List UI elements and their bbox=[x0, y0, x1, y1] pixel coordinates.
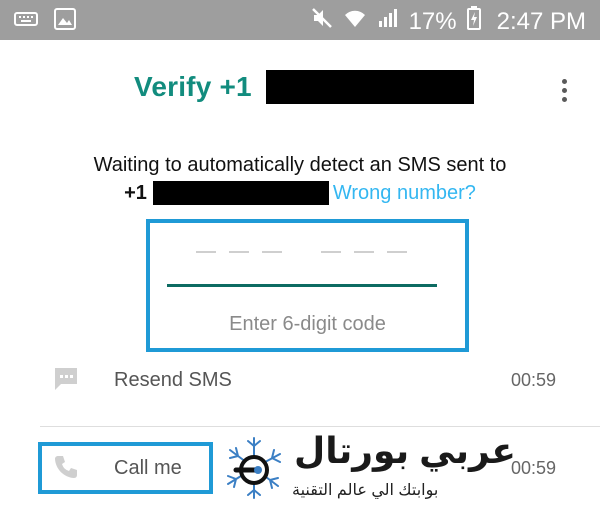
redacted-phone-number bbox=[265, 70, 474, 104]
code-digit-slot bbox=[387, 251, 407, 253]
code-digit-slot bbox=[354, 251, 374, 253]
app-header: Verify +1 bbox=[0, 40, 600, 140]
mute-icon bbox=[311, 7, 333, 36]
country-code: +1 bbox=[124, 181, 147, 204]
page-title: Verify +1 bbox=[134, 71, 252, 102]
call-me-highlight bbox=[38, 442, 213, 494]
wrong-number-link[interactable]: Wrong number? bbox=[333, 182, 476, 205]
battery-percent: 17% bbox=[408, 7, 457, 35]
resend-sms-label: Resend SMS bbox=[114, 369, 232, 391]
sms-wait-message: Waiting to automatically detect an SMS s… bbox=[93, 154, 507, 176]
code-input[interactable] bbox=[196, 251, 420, 253]
code-entry-highlight: Enter 6-digit code bbox=[146, 219, 469, 352]
code-digit-slot bbox=[262, 251, 282, 253]
overflow-menu-icon[interactable] bbox=[552, 70, 576, 110]
keyboard-icon bbox=[14, 11, 38, 32]
resend-sms-timer: 00:59 bbox=[510, 370, 556, 390]
code-hint: Enter 6-digit code bbox=[229, 313, 386, 335]
status-bar: 17% 2:47 PM bbox=[0, 0, 600, 40]
code-digit-slot bbox=[321, 251, 341, 253]
message-icon bbox=[52, 365, 80, 398]
clock: 2:47 PM bbox=[496, 7, 586, 35]
watermark-logo: عربي بورتال بوابتك الي عالم التقنية bbox=[218, 430, 516, 520]
code-digit-slot bbox=[196, 251, 216, 253]
resend-sms-row[interactable]: Resend SMS 00:59 bbox=[0, 356, 600, 406]
signal-icon bbox=[377, 7, 399, 36]
watermark-title: عربي بورتال bbox=[294, 430, 517, 471]
logo-emblem-icon bbox=[218, 432, 290, 509]
redacted-phone-number-2 bbox=[152, 181, 329, 205]
image-icon bbox=[54, 8, 76, 35]
page-title-wrap: Verify +1 bbox=[134, 70, 474, 104]
watermark-subtitle: بوابتك الي عالم التقنية bbox=[292, 482, 439, 499]
phone-number-line: +1 Wrong number? bbox=[0, 181, 600, 205]
code-input-underline bbox=[167, 284, 437, 287]
battery-charging-icon bbox=[466, 6, 481, 37]
call-me-timer: 00:59 bbox=[510, 458, 556, 478]
code-digit-slot bbox=[229, 251, 249, 253]
wifi-icon bbox=[343, 7, 367, 36]
divider bbox=[40, 426, 600, 427]
